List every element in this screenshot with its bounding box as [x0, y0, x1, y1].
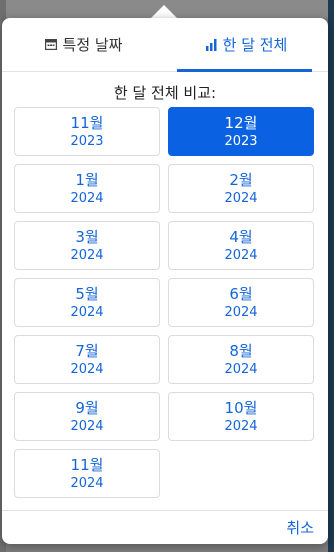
compare-heading: 한 달 전체 비교:	[113, 84, 217, 102]
month-label: 11월	[70, 113, 104, 132]
month-option[interactable]: 4월 2024	[168, 221, 314, 270]
month-option[interactable]: 1월 2024	[14, 164, 160, 213]
month-label: 1월	[75, 170, 99, 189]
month-option[interactable]: 3월 2024	[14, 221, 160, 270]
popover-footer: 취소	[2, 510, 328, 544]
month-option[interactable]: 11월 2024	[14, 449, 160, 498]
month-option[interactable]: 2월 2024	[168, 164, 314, 213]
year-label: 2024	[70, 361, 104, 377]
bar-chart-icon	[205, 38, 217, 51]
month-label: 9월	[75, 398, 99, 417]
cancel-button[interactable]: 취소	[286, 517, 314, 538]
tab-specific-date-label: 특정 날짜	[62, 36, 123, 54]
month-option[interactable]: 11월 2023	[14, 107, 160, 156]
year-label: 2024	[224, 190, 258, 206]
month-option[interactable]: 5월 2024	[14, 278, 160, 327]
month-option[interactable]: 7월 2024	[14, 335, 160, 384]
month-label: 12월	[224, 113, 258, 132]
year-label: 2024	[224, 361, 258, 377]
calendar-icon	[44, 39, 57, 50]
popover-arrow	[150, 5, 178, 19]
month-option-selected[interactable]: 12월 2023	[168, 107, 314, 156]
tab-bar: 특정 날짜 한 달 전체	[2, 18, 328, 72]
month-label: 5월	[75, 284, 99, 303]
background-right-edge	[328, 0, 334, 552]
tab-whole-month-label: 한 달 전체	[222, 36, 288, 54]
month-label: 8월	[229, 341, 253, 360]
month-label: 2월	[229, 170, 253, 189]
year-label: 2023	[70, 133, 104, 149]
year-label: 2024	[70, 247, 104, 263]
year-label: 2024	[70, 418, 104, 434]
month-option[interactable]: 6월 2024	[168, 278, 314, 327]
month-label: 4월	[229, 227, 253, 246]
month-option[interactable]: 8월 2024	[168, 335, 314, 384]
year-label: 2024	[70, 190, 104, 206]
year-label: 2024	[70, 475, 104, 491]
year-label: 2023	[224, 133, 258, 149]
tab-specific-date[interactable]: 특정 날짜	[2, 18, 165, 71]
month-label: 10월	[224, 398, 258, 417]
month-label: 11월	[70, 455, 104, 474]
month-label: 6월	[229, 284, 253, 303]
month-option[interactable]: 9월 2024	[14, 392, 160, 441]
month-label: 7월	[75, 341, 99, 360]
year-label: 2024	[224, 304, 258, 320]
year-label: 2024	[70, 304, 104, 320]
year-label: 2024	[224, 247, 258, 263]
month-compare-popover: 특정 날짜 한 달 전체 한 달 전체 비교: 11월 2023 12월 202…	[2, 18, 328, 544]
month-grid: 11월 2023 12월 2023 1월 2024 2월 2024 3월 202…	[14, 107, 314, 498]
month-label: 3월	[75, 227, 99, 246]
tab-whole-month[interactable]: 한 달 전체	[165, 18, 328, 72]
month-option[interactable]: 10월 2024	[168, 392, 314, 441]
year-label: 2024	[224, 418, 258, 434]
